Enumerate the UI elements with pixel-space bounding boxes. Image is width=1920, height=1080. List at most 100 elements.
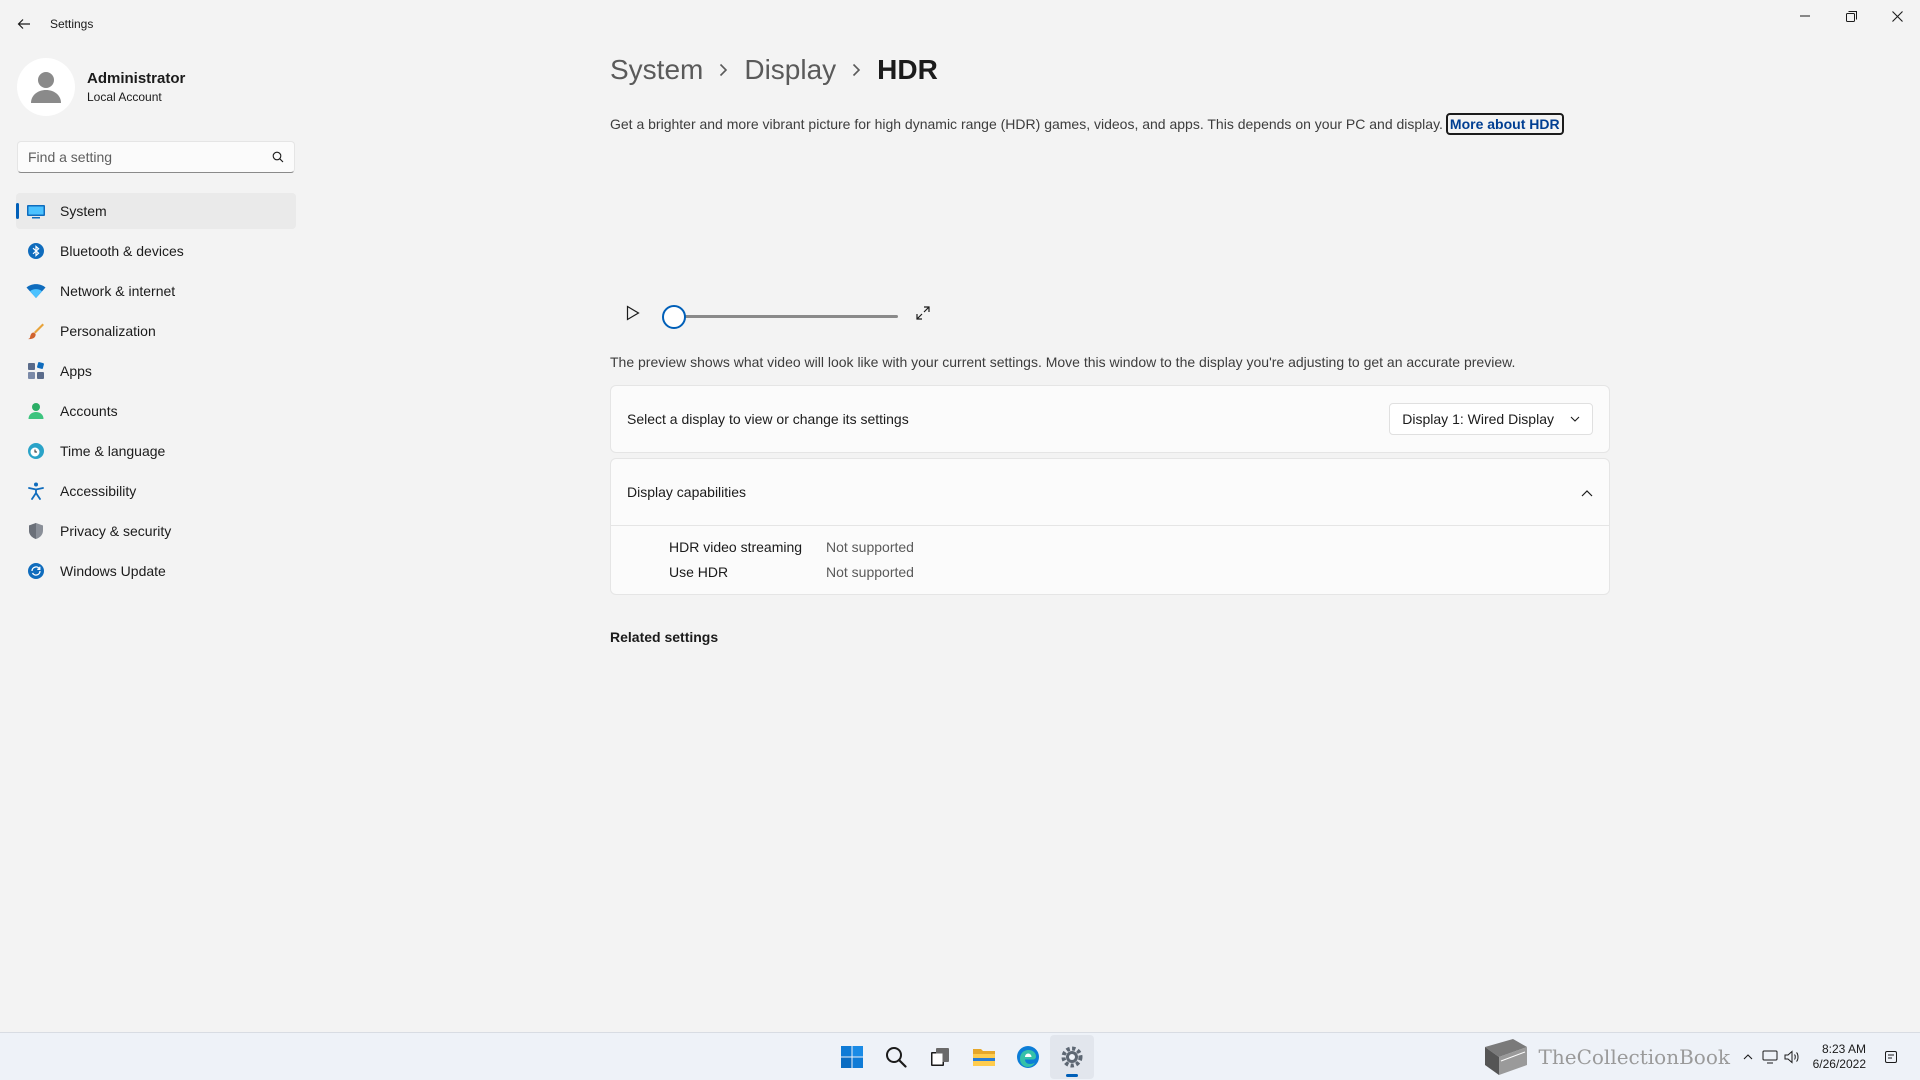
display-select-card: Select a display to view or change its s… [610, 385, 1610, 453]
notifications-button[interactable] [1880, 1050, 1902, 1064]
capability-value: Not supported [826, 538, 914, 555]
close-button[interactable] [1874, 0, 1920, 32]
shield-icon [26, 521, 46, 541]
sidebar-item-label: Network & internet [60, 283, 176, 299]
minimize-button[interactable] [1782, 0, 1828, 32]
window-controls [1782, 0, 1920, 32]
avatar [17, 58, 75, 116]
search-input[interactable] [28, 149, 272, 165]
sidebar-item-accessibility[interactable]: Accessibility [16, 473, 296, 509]
notifications-icon [1885, 1051, 1897, 1063]
sidebar-item-network[interactable]: Network & internet [16, 273, 296, 309]
file-explorer-button[interactable] [962, 1035, 1006, 1079]
capability-row-hdr-video-streaming: HDR video streaming Not supported [611, 534, 1609, 559]
sidebar-item-label: Apps [60, 363, 92, 379]
accessibility-icon [26, 481, 46, 501]
chevron-up-icon[interactable] [1581, 484, 1593, 500]
task-view-button[interactable] [918, 1035, 962, 1079]
taskbar: TheCollectionBook 8:23 AM 6/26/2022 [0, 1032, 1920, 1080]
search-icon [886, 1047, 907, 1068]
sidebar-item-windows-update[interactable]: Windows Update [16, 553, 296, 589]
search-icon[interactable] [272, 151, 284, 163]
apps-icon [26, 361, 46, 381]
taskbar-search-button[interactable] [874, 1035, 918, 1079]
volume-tray-button[interactable] [1781, 1050, 1803, 1064]
page-title: HDR [877, 54, 938, 85]
chevron-right-icon [719, 63, 728, 77]
video-progress-track[interactable] [674, 315, 898, 318]
restore-button[interactable] [1828, 0, 1874, 32]
update-icon [26, 561, 46, 581]
fullscreen-button[interactable] [912, 302, 934, 324]
video-preview-player [612, 296, 942, 330]
edge-icon [1017, 1046, 1039, 1068]
account-icon [26, 401, 46, 421]
sidebar-item-label: Bluetooth & devices [60, 243, 184, 259]
breadcrumb-system[interactable]: System [610, 54, 703, 86]
watermark: TheCollectionBook [1479, 1037, 1730, 1077]
capability-row-use-hdr: Use HDR Not supported [611, 559, 1609, 584]
system-tray: 8:23 AM 6/26/2022 [1737, 1033, 1902, 1080]
person-icon [31, 72, 61, 103]
start-button[interactable] [830, 1035, 874, 1079]
capability-label: HDR video streaming [669, 538, 803, 555]
user-profile[interactable]: Administrator Local Account [17, 58, 185, 116]
volume-icon [1784, 1050, 1799, 1064]
sidebar-item-label: Accessibility [60, 483, 137, 499]
system-icon [26, 201, 46, 221]
capability-label: Use HDR [669, 563, 729, 580]
display-capabilities-card: Display capabilities HDR video streaming… [610, 458, 1610, 595]
more-about-hdr-link[interactable]: More about HDR [1445, 113, 1564, 135]
user-name: Administrator [87, 70, 186, 87]
capabilities-list: HDR video streaming Not supported Use HD… [611, 526, 1609, 584]
sidebar-nav: System Bluetooth & devices Network & int… [16, 193, 296, 593]
fullscreen-icon [916, 306, 930, 320]
watermark-text: TheCollectionBook [1538, 1045, 1730, 1069]
monitor-network-icon [1762, 1050, 1778, 1064]
settings-icon [1061, 1046, 1083, 1068]
title-bar: Settings [0, 0, 1920, 48]
back-button[interactable] [8, 10, 40, 38]
task-view-icon [931, 1048, 949, 1066]
show-hidden-icons-button[interactable] [1737, 1054, 1759, 1060]
start-icon [841, 1046, 863, 1068]
sidebar-item-apps[interactable]: Apps [16, 353, 296, 389]
sidebar-item-label: Accounts [60, 403, 118, 419]
close-icon [1891, 10, 1903, 22]
chevron-up-icon [1743, 1054, 1752, 1060]
file-explorer-icon [973, 1049, 995, 1066]
network-tray-button[interactable] [1759, 1050, 1781, 1064]
sidebar-item-bluetooth[interactable]: Bluetooth & devices [16, 233, 296, 269]
sidebar-item-time-language[interactable]: Time & language [16, 433, 296, 469]
display-capabilities-header[interactable]: Display capabilities [611, 459, 1609, 526]
play-button[interactable] [622, 302, 644, 324]
display-dropdown[interactable]: Display 1: Wired Display [1389, 403, 1593, 435]
capability-value: Not supported [826, 563, 914, 580]
video-progress-thumb[interactable] [662, 305, 686, 329]
taskbar-clock[interactable]: 8:23 AM 6/26/2022 [1813, 1042, 1866, 1072]
play-icon [626, 305, 640, 321]
globe-clock-icon [26, 441, 46, 461]
breadcrumb: System Display HDR [610, 54, 938, 86]
search-box[interactable] [17, 141, 295, 173]
clock-date: 6/26/2022 [1812, 1057, 1866, 1071]
sidebar-item-personalization[interactable]: Personalization [16, 313, 296, 349]
breadcrumb-display[interactable]: Display [744, 54, 836, 86]
edge-button[interactable] [1006, 1035, 1050, 1079]
sidebar-item-privacy[interactable]: Privacy & security [16, 513, 296, 549]
hdr-description: Get a brighter and more vibrant picture … [610, 113, 1564, 135]
restore-icon [1845, 10, 1857, 22]
taskbar-apps [830, 1033, 1094, 1080]
brush-icon [26, 321, 46, 341]
minimize-icon [1800, 15, 1810, 17]
sidebar-item-label: Privacy & security [60, 523, 172, 539]
display-capabilities-title: Display capabilities [627, 484, 747, 500]
preview-note: The preview shows what video will look l… [610, 354, 1516, 370]
display-select-label: Select a display to view or change its s… [627, 411, 909, 427]
sidebar-item-accounts[interactable]: Accounts [16, 393, 296, 429]
settings-taskbar-button[interactable] [1050, 1035, 1094, 1079]
wifi-icon [26, 281, 46, 301]
chevron-right-icon [852, 63, 861, 77]
sidebar-item-system[interactable]: System [16, 193, 296, 229]
sidebar-item-label: System [60, 203, 107, 219]
